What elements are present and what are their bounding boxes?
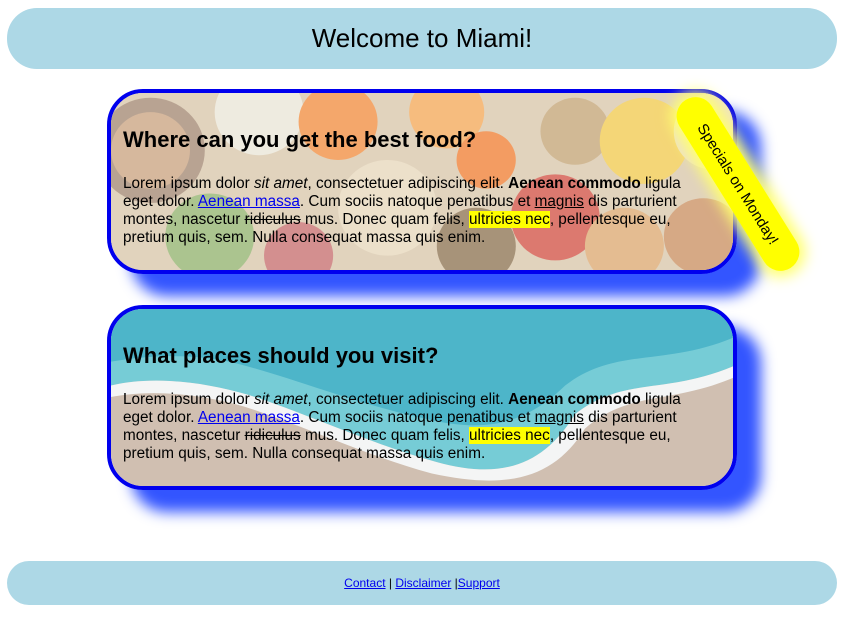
site-header: Welcome to Miami!	[7, 8, 837, 69]
places-section-card: What places should you visit? Lorem ipsu…	[107, 305, 737, 490]
paragraph-text: , consectetuer adipiscing elit.	[307, 175, 509, 192]
paragraph-text: . Cum sociis natoque penatibus et	[299, 409, 535, 426]
food-section-content: Where can you get the best food? Lorem i…	[111, 127, 733, 247]
food-section-heading: Where can you get the best food?	[123, 127, 477, 152]
aenean-massa-link[interactable]: Aenean massa	[198, 409, 300, 426]
support-link[interactable]: Support	[458, 576, 500, 590]
disclaimer-link[interactable]: Disclaimer	[395, 576, 451, 590]
paragraph-text: . Cum sociis natoque penatibus et	[299, 193, 535, 210]
highlighted-text: ultricies nec	[469, 211, 550, 228]
bold-text: Aenean commodo	[508, 391, 641, 408]
specials-badge: Specials on Monday!	[666, 85, 810, 283]
strikethrough-text: ridiculus	[244, 427, 301, 444]
paragraph-text: Lorem ipsum dolor	[123, 175, 254, 192]
footer-separator: |	[385, 576, 396, 590]
strikethrough-text: ridiculus	[244, 211, 301, 228]
page-title: Welcome to Miami!	[311, 23, 533, 53]
paragraph-text: Lorem ipsum dolor	[123, 391, 254, 408]
food-section-paragraph: Lorem ipsum dolor sit amet, consectetuer…	[123, 175, 709, 247]
contact-link[interactable]: Contact	[344, 576, 385, 590]
places-section-paragraph: Lorem ipsum dolor sit amet, consectetuer…	[123, 391, 709, 463]
places-section-heading: What places should you visit?	[123, 343, 439, 368]
emphasis-text: sit amet	[253, 175, 308, 192]
paragraph-text: mus. Donec quam felis,	[300, 427, 470, 444]
specials-badge-label: Specials on Monday!	[669, 89, 807, 279]
food-section-card: Where can you get the best food? Lorem i…	[107, 89, 737, 274]
site-footer: Contact | Disclaimer | Support	[7, 561, 837, 605]
underlined-text: magnis	[534, 409, 584, 426]
bold-text: Aenean commodo	[508, 175, 641, 192]
emphasis-text: sit amet	[253, 391, 308, 408]
paragraph-text: , consectetuer adipiscing elit.	[307, 391, 509, 408]
places-section-content: What places should you visit? Lorem ipsu…	[111, 343, 733, 463]
highlighted-text: ultricies nec	[469, 427, 550, 444]
underlined-text: magnis	[534, 193, 584, 210]
paragraph-text: mus. Donec quam felis,	[300, 211, 470, 228]
aenean-massa-link[interactable]: Aenean massa	[198, 193, 300, 210]
